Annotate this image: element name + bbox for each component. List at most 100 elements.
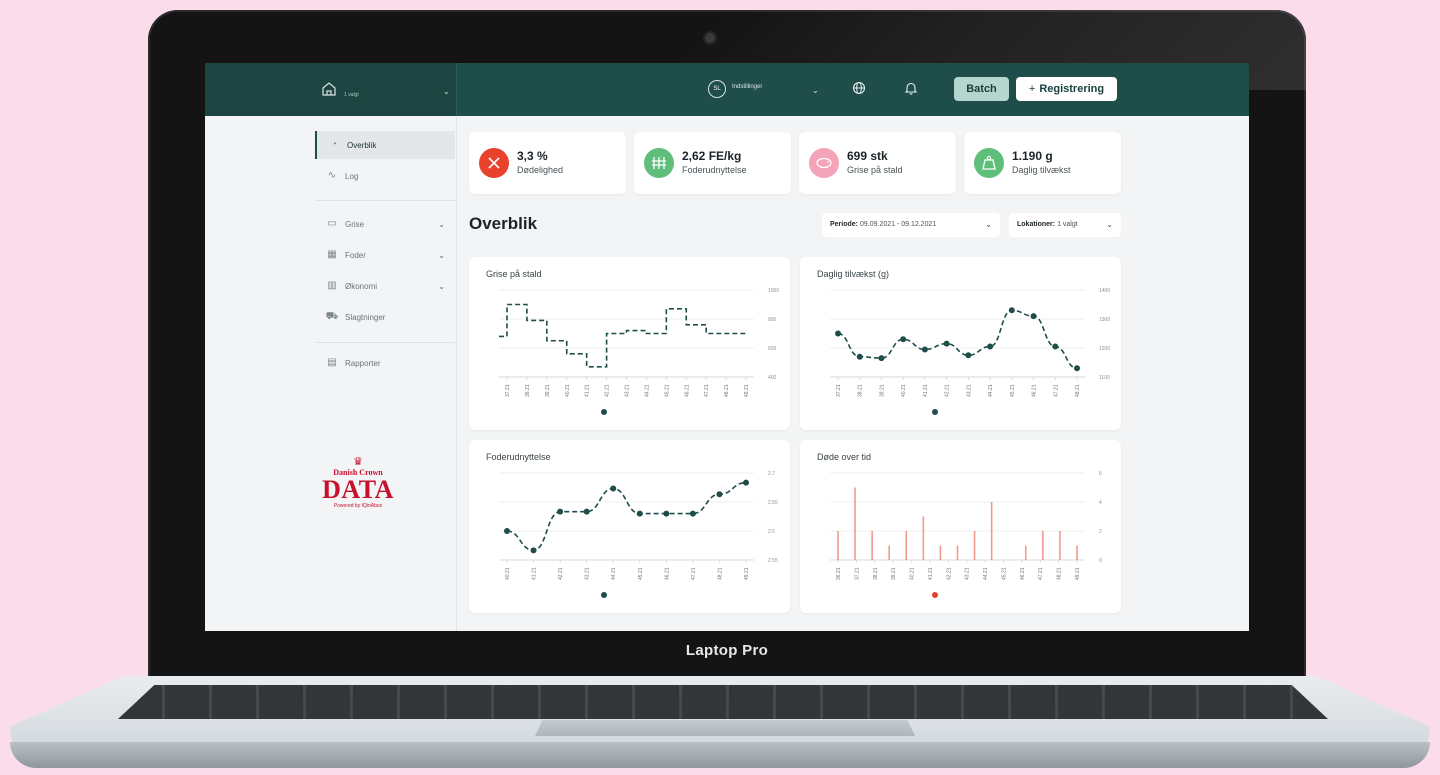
- farm-selector-label: 1 valgt: [344, 92, 359, 98]
- x-tick-label: 43.21: [965, 567, 971, 580]
- kpi-value: 3,3 %: [517, 149, 548, 163]
- sidebar-item-label: Overblik: [347, 140, 377, 150]
- feed-icon: [644, 148, 674, 178]
- activity-icon: ∿: [327, 170, 337, 181]
- laptop-brand: Laptop Pro: [685, 642, 769, 659]
- pie-chart-icon: ◔: [330, 139, 338, 150]
- x-tick-label: 43.21: [625, 384, 631, 397]
- chart-card-deaths[interactable]: Døde over tid 0 2 4 6 36.21 37.21 38.21 39.21 40…: [800, 440, 1121, 613]
- x-tick-label: 40.21: [901, 384, 907, 397]
- x-tick-label: 40.21: [505, 567, 511, 580]
- x-tick-label: 48.21: [1075, 384, 1081, 397]
- kpi-label: Grise på stald: [847, 165, 903, 175]
- chart-card-feed-conversion[interactable]: Foderudnyttelse 2.55 2.5 2.55 2.7 40.21 41.21…: [469, 440, 790, 613]
- x-tick-label: 36.21: [836, 567, 842, 580]
- bell-icon[interactable]: [904, 81, 918, 95]
- kpi-daily-gain[interactable]: 1.190 g Daglig tilvækst: [964, 132, 1121, 194]
- data-point: [921, 346, 928, 353]
- data-point: [743, 479, 749, 486]
- chevron-down-icon: ⌄: [438, 281, 445, 291]
- y-tick-label: 6: [1099, 471, 1102, 477]
- location-dropdown[interactable]: Lokationer: 1 valgt ⌄: [1009, 213, 1121, 237]
- y-tick-label: 2.5: [768, 529, 775, 535]
- chart-card-daily-gain[interactable]: Daglig tilvækst (g) 1100 1200 1300 1400 37.2…: [800, 257, 1121, 430]
- x-tick-label: 48.21: [1057, 567, 1063, 580]
- kpi-label: Foderudnyttelse: [682, 165, 747, 175]
- danish-crown-logo: ♛ Danish Crown DATA Powered by IQinAbox: [315, 456, 401, 509]
- add-registration-button[interactable]: + Registrering: [1016, 77, 1117, 101]
- sidebar-item-label: Log: [345, 171, 359, 181]
- chevron-down-icon: ⌄: [438, 219, 445, 229]
- period-dropdown[interactable]: Periode: 09.09.2021 - 09.12.2021 ⌄: [822, 213, 1000, 237]
- x-tick-label: 41.21: [923, 384, 929, 397]
- y-tick-label: 1200: [1099, 346, 1110, 352]
- sidebar-item-rapporter[interactable]: ▤ Rapporter: [315, 349, 455, 377]
- data-point: [900, 336, 907, 343]
- x-tick-label: 45.21: [638, 567, 644, 580]
- sidebar-item-label: Økonomi: [345, 281, 378, 291]
- data-point: [943, 340, 950, 347]
- sidebar: ◔ Overblik ∿ Log ▭ Grise ⌄ ▦ Foder ⌄ ▥ Økonomi ⌄…: [205, 116, 457, 631]
- scale-icon: [974, 148, 1004, 178]
- x-tick-label: 42.21: [945, 384, 951, 397]
- legend-dot: [601, 409, 607, 415]
- chart-deaths-over-time: 0 2 4 6 36.21 37.21 38.21 39.21 40.21 41.21 42.21 4…: [830, 471, 1102, 598]
- globe-icon[interactable]: [852, 81, 866, 95]
- x-tick-label: 46.21: [1032, 384, 1038, 397]
- sidebar-item-okonomi[interactable]: ▥ Økonomi ⌄: [315, 272, 455, 300]
- chart-card-pigs[interactable]: Grise på stald 400 600 800 1000 37.21 38.21 39…: [469, 257, 790, 430]
- x-tick-label: 41.21: [928, 567, 934, 580]
- data-point: [530, 547, 537, 554]
- chevron-down-icon[interactable]: ⌄: [812, 86, 819, 95]
- x-tick-label: 42.21: [946, 567, 952, 580]
- y-tick-label: 1100: [1099, 375, 1110, 381]
- bar: [1076, 545, 1078, 560]
- laptop-base-edge: [10, 742, 1430, 768]
- x-tick-label: 37.21: [505, 384, 511, 397]
- farm-selector[interactable]: 1 valgt ⌄: [205, 63, 457, 116]
- sidebar-item-foder[interactable]: ▦ Foder ⌄: [315, 241, 455, 269]
- x-tick-label: 44.21: [644, 384, 650, 397]
- series-line: [499, 303, 746, 368]
- kpi-label: Dødelighed: [517, 165, 564, 175]
- x-tick-label: 46.21: [664, 567, 670, 580]
- x-tick-label: 49.21: [744, 384, 750, 397]
- chevron-down-icon: ⌄: [985, 220, 992, 229]
- sidebar-item-log[interactable]: ∿ Log: [315, 162, 455, 190]
- bar: [922, 516, 925, 560]
- sidebar-item-label: Grise: [345, 219, 365, 229]
- chart-pigs-in-barn: 400 600 800 1000 37.21 38.21 39.21 40.21 41.21 42…: [499, 288, 779, 415]
- series-line: [506, 481, 747, 552]
- farm-icon: [322, 82, 336, 96]
- sidebar-item-overblik[interactable]: ◔ Overblik: [315, 131, 455, 159]
- x-tick-label: 47.21: [691, 567, 697, 580]
- chart-feed-conversion: 2.55 2.5 2.55 2.7 40.21 41.21 42.21 43.21 44.21 4…: [499, 471, 778, 598]
- user-avatar[interactable]: SL: [708, 80, 726, 98]
- x-tick-label: 39.21: [891, 567, 897, 580]
- x-tick-label: 48.21: [724, 384, 730, 397]
- x-tick-label: 44.21: [988, 384, 994, 397]
- bar: [990, 502, 993, 560]
- batch-button[interactable]: Batch: [954, 77, 1009, 101]
- kpi-pigs-in-barn[interactable]: 699 stk Grise på stald: [799, 132, 956, 194]
- data-point: [1008, 307, 1015, 314]
- keyboard: [118, 685, 1328, 719]
- close-icon: [479, 148, 509, 178]
- bar: [973, 531, 976, 560]
- bar: [1024, 545, 1027, 560]
- sidebar-item-slagtninger[interactable]: ⛟ Slagtninger: [315, 303, 455, 331]
- bar: [854, 487, 856, 560]
- x-tick-label: 44.21: [611, 567, 617, 580]
- y-tick-label: 600: [768, 346, 777, 352]
- sidebar-item-label: Rapporter: [345, 358, 381, 368]
- bar: [905, 531, 908, 560]
- x-tick-label: 38.21: [873, 567, 879, 580]
- location-value: 1 valgt: [1057, 221, 1078, 228]
- camera-icon: [705, 33, 715, 43]
- kpi-mortality[interactable]: 3,3 % Dødelighed: [469, 132, 626, 194]
- kpi-value: 699 stk: [847, 149, 888, 163]
- kpi-value: 2,62 FE/kg: [682, 149, 742, 163]
- user-settings-label[interactable]: Indstillinger: [732, 84, 762, 90]
- kpi-feed-conversion[interactable]: 2,62 FE/kg Foderudnyttelse: [634, 132, 791, 194]
- sidebar-item-grise[interactable]: ▭ Grise ⌄: [315, 210, 455, 238]
